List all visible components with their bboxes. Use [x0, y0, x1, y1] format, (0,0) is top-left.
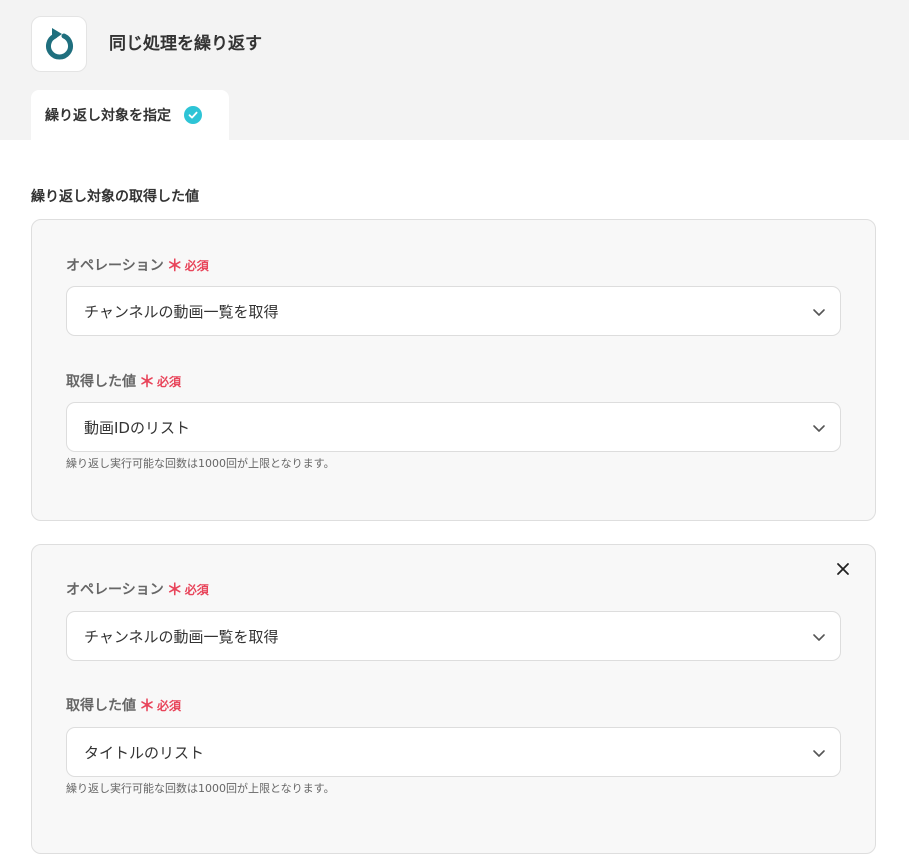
- check-circle-icon: [184, 106, 202, 124]
- repeat-target-card: オペレーション ＊ 必須 チャンネルの動画一覧を取得 取得した値 ＊ 必須 動画…: [31, 219, 876, 521]
- close-icon: [837, 563, 849, 575]
- operation-select[interactable]: チャンネルの動画一覧を取得: [66, 611, 841, 661]
- value-label: 取得した値 ＊ 必須: [66, 696, 182, 715]
- limit-hint: 繰り返し実行可能な回数は1000回が上限となります。: [66, 782, 335, 795]
- operation-label: オペレーション ＊ 必須: [66, 580, 209, 599]
- repeat-arrow-icon: [46, 28, 73, 60]
- chevron-down-icon: [813, 634, 825, 641]
- required-asterisk: ＊: [166, 256, 183, 275]
- remove-card-button[interactable]: [833, 559, 853, 579]
- required-text: 必須: [184, 583, 209, 597]
- value-select-value: 動画IDのリスト: [84, 418, 190, 437]
- required-text: 必須: [157, 699, 182, 713]
- operation-select[interactable]: チャンネルの動画一覧を取得: [66, 286, 841, 336]
- value-select[interactable]: タイトルのリスト: [66, 727, 841, 777]
- required-text: 必須: [184, 259, 209, 273]
- operation-select-value: チャンネルの動画一覧を取得: [84, 627, 279, 646]
- chevron-down-icon: [813, 309, 825, 316]
- chevron-down-icon: [813, 750, 825, 757]
- required-asterisk: ＊: [166, 580, 183, 599]
- value-select-value: タイトルのリスト: [84, 743, 205, 762]
- page-title: 同じ処理を繰り返す: [109, 34, 262, 54]
- value-select[interactable]: 動画IDのリスト: [66, 402, 841, 452]
- app-icon-box: [31, 16, 87, 72]
- section-title: 繰り返し対象の取得した値: [31, 189, 199, 205]
- required-text: 必須: [157, 375, 182, 389]
- header: 同じ処理を繰り返す 繰り返し対象を指定: [0, 0, 909, 140]
- limit-hint: 繰り返し実行可能な回数は1000回が上限となります。: [66, 457, 335, 470]
- required-asterisk: ＊: [139, 372, 156, 391]
- tab-label: 繰り返し対象を指定: [45, 108, 171, 124]
- chevron-down-icon: [813, 425, 825, 432]
- value-label: 取得した値 ＊ 必須: [66, 372, 182, 391]
- repeat-target-card: オペレーション ＊ 必須 チャンネルの動画一覧を取得 取得した値 ＊ 必須 タイ…: [31, 544, 876, 854]
- required-asterisk: ＊: [139, 696, 156, 715]
- tab-repeat-target[interactable]: 繰り返し対象を指定: [31, 90, 229, 140]
- operation-select-value: チャンネルの動画一覧を取得: [84, 302, 279, 321]
- operation-label: オペレーション ＊ 必須: [66, 256, 209, 275]
